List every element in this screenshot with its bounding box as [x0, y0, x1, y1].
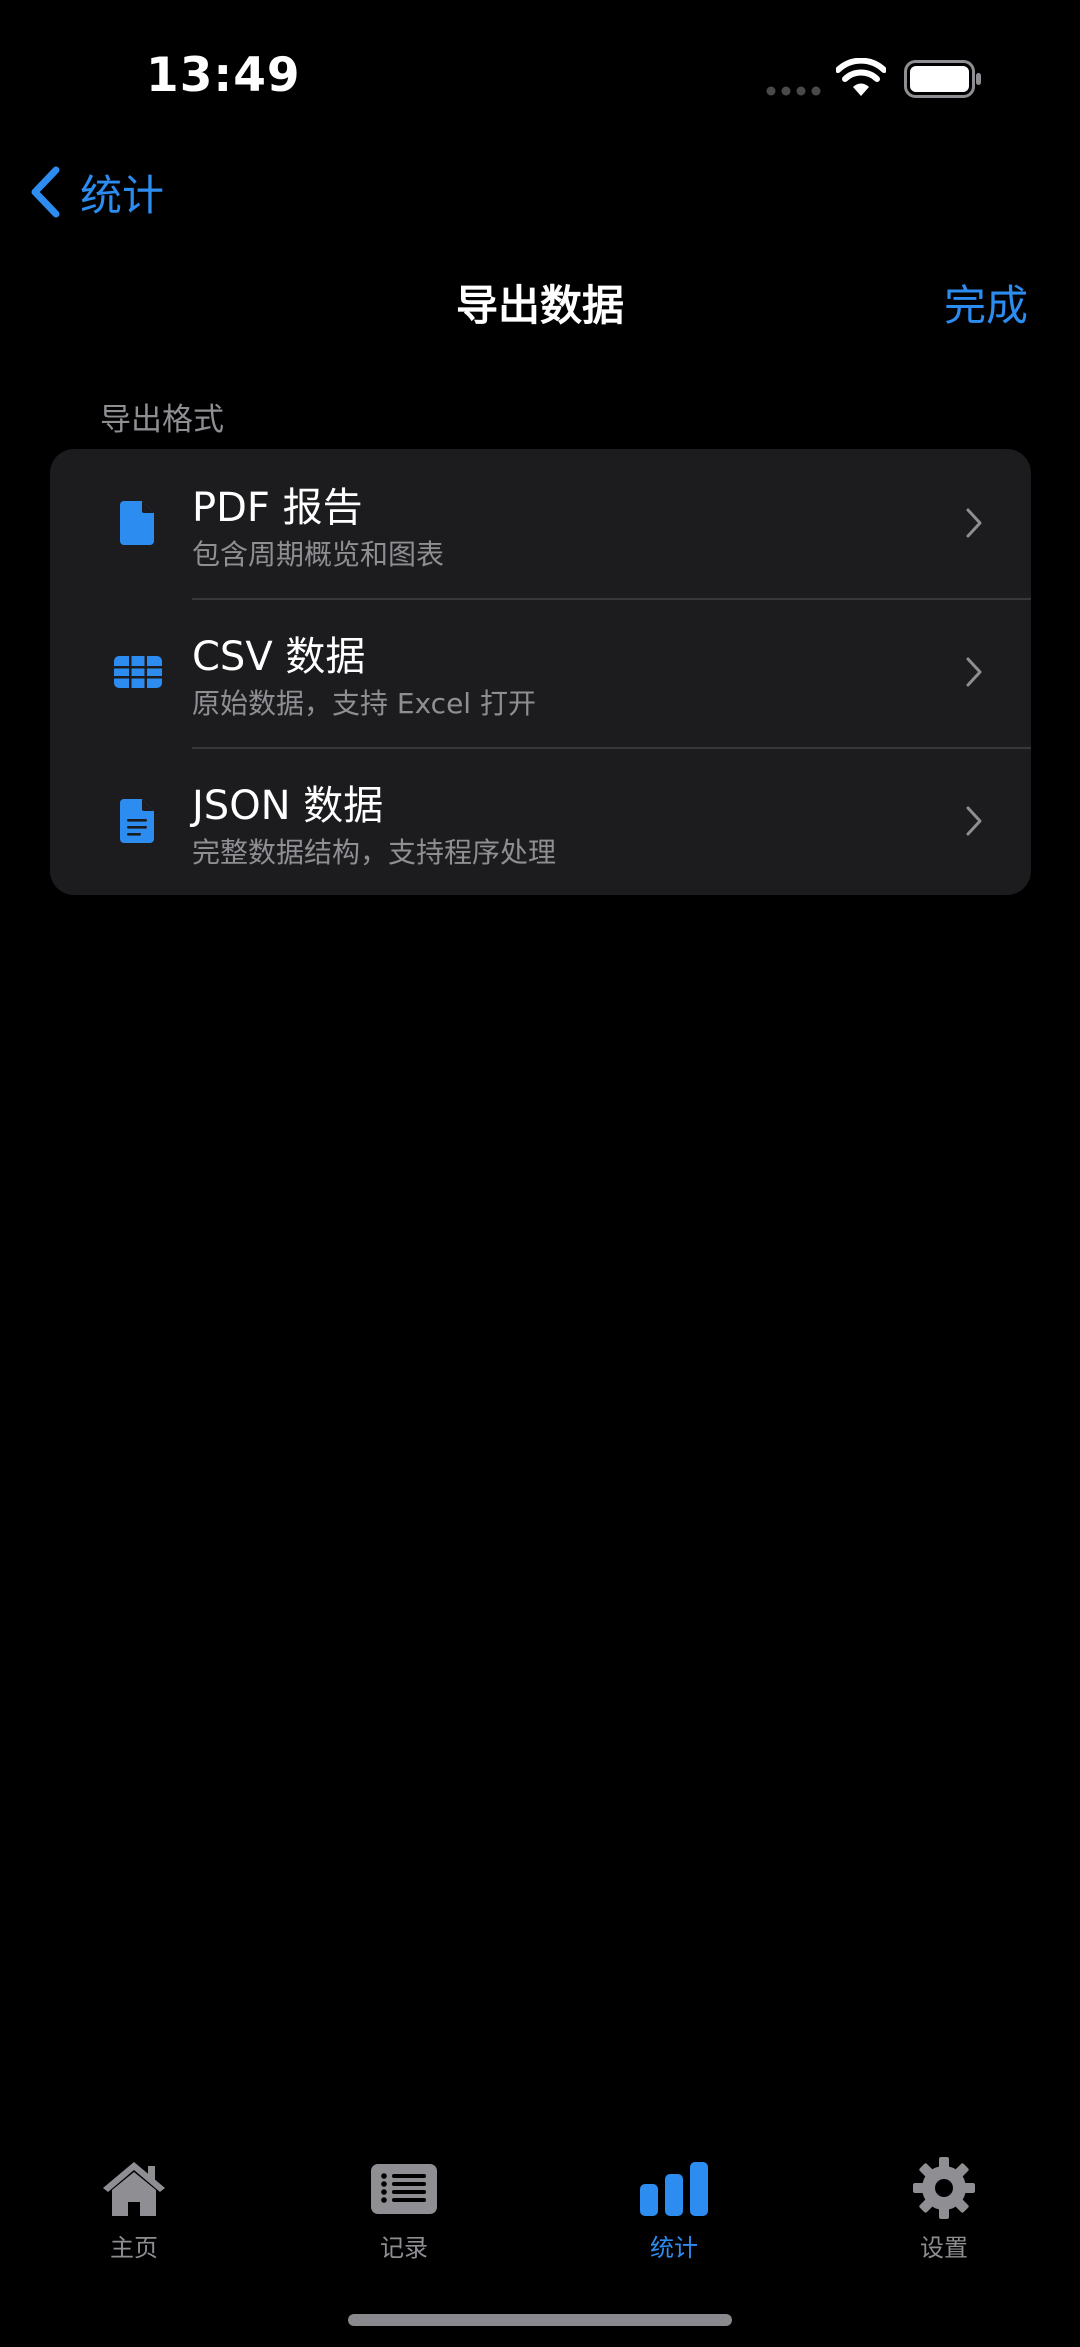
export-json-row[interactable]: JSON 数据 完整数据结构，支持程序处理	[50, 747, 1031, 895]
row-title: PDF 报告	[192, 485, 363, 531]
tab-label: 记录	[380, 2234, 428, 2262]
back-label: 统计	[80, 170, 165, 220]
tab-stats[interactable]: 统计	[574, 2140, 774, 2280]
row-subtitle: 原始数据，支持 Excel 打开	[192, 687, 536, 720]
row-subtitle: 包含周期概览和图表	[192, 538, 445, 571]
tab-label: 主页	[110, 2234, 158, 2262]
wifi-icon	[836, 58, 886, 96]
status-bar: 13:49	[0, 0, 1080, 160]
battery-icon	[904, 60, 981, 98]
export-format-list: PDF 报告 包含周期概览和图表 CSV 数据 原始数据，支持 Excel 打开	[50, 449, 1031, 895]
row-title: CSV 数据	[192, 634, 366, 680]
tab-label: 统计	[650, 2234, 698, 2262]
row-divider	[192, 747, 1031, 749]
tab-records[interactable]: 记录	[304, 2140, 504, 2280]
text-document-icon	[120, 799, 154, 843]
row-title: JSON 数据	[192, 783, 384, 829]
back-button[interactable]: 统计	[28, 162, 164, 222]
chevron-left-icon	[31, 166, 60, 218]
section-header: 导出格式	[100, 402, 224, 438]
tab-label: 设置	[920, 2234, 968, 2262]
tab-home[interactable]: 主页	[34, 2140, 234, 2280]
home-indicator	[348, 2314, 732, 2326]
gear-icon	[913, 2157, 975, 2219]
bar-chart-icon	[640, 2162, 708, 2216]
status-time: 13:49	[146, 48, 301, 103]
house-icon	[103, 2162, 165, 2216]
chevron-right-icon	[966, 657, 982, 687]
table-icon	[114, 656, 162, 688]
tab-settings[interactable]: 设置	[844, 2140, 1044, 2280]
page-title: 导出数据	[455, 281, 624, 330]
list-icon	[371, 2164, 437, 2214]
export-csv-row[interactable]: CSV 数据 原始数据，支持 Excel 打开	[50, 598, 1031, 747]
done-button[interactable]: 完成	[944, 272, 1028, 333]
export-pdf-row[interactable]: PDF 报告 包含周期概览和图表	[50, 449, 1031, 598]
chevron-right-icon	[966, 508, 982, 538]
cellular-signal-icon	[766, 86, 821, 96]
row-divider	[192, 598, 1031, 600]
pdf-document-icon	[120, 501, 154, 545]
tab-bar: 主页 记录 统计 设置	[0, 2140, 1080, 2280]
row-subtitle: 完整数据结构，支持程序处理	[192, 836, 557, 869]
chevron-right-icon	[966, 806, 982, 836]
